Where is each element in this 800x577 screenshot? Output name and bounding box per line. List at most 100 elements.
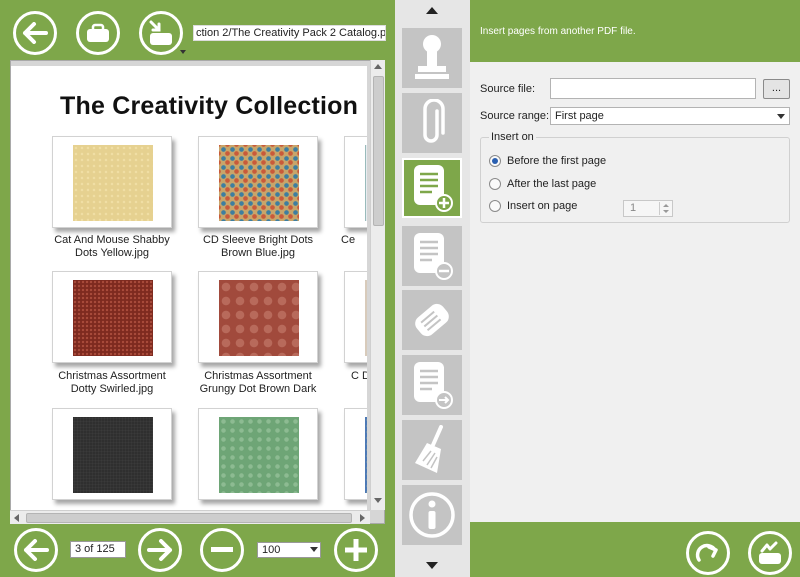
- pdf-viewer-panel: ction 2/The Creativity Pack 2 Catalog.pd…: [0, 0, 395, 577]
- vertical-scrollbar[interactable]: [370, 60, 385, 510]
- tools-scroll-down-icon[interactable]: [426, 562, 438, 569]
- thumbnail-caption: Christmas Assortment Grungy Dot Brown Da…: [199, 370, 317, 395]
- scroll-down-icon[interactable]: [374, 498, 382, 503]
- panel-description: Insert pages from another PDF file.: [480, 26, 636, 37]
- thumbnail-image: [52, 271, 172, 363]
- clean-up-tool-button[interactable]: [402, 420, 462, 480]
- previous-page-button[interactable]: [14, 528, 58, 572]
- scroll-left-icon[interactable]: [14, 514, 19, 522]
- radio-selected-icon[interactable]: [489, 155, 501, 167]
- horizontal-scroll-thumb[interactable]: [26, 513, 352, 523]
- zoom-in-button[interactable]: [334, 528, 378, 572]
- radio-before-first-page[interactable]: Before the first page: [489, 155, 606, 167]
- thumbnail-image: [198, 136, 318, 228]
- paper-swatch: [365, 417, 367, 493]
- stamp-tool-button[interactable]: [402, 28, 462, 88]
- thumbnail-image: [344, 271, 367, 363]
- redo-button[interactable]: [686, 531, 730, 575]
- tray-check-icon: [759, 541, 781, 564]
- radio-insert-on-page[interactable]: Insert on page: [489, 200, 577, 212]
- document-page: The Creativity Collection Cat And Mouse …: [11, 66, 367, 510]
- apply-button[interactable]: [748, 531, 792, 575]
- radio-after-last-page[interactable]: After the last page: [489, 178, 596, 190]
- panel-header: Insert pages from another PDF file.: [470, 0, 800, 62]
- info-tool-button[interactable]: [402, 485, 462, 545]
- page-add-icon: [414, 165, 453, 212]
- source-range-select[interactable]: First page: [550, 107, 790, 125]
- extract-pages-tool-button[interactable]: [402, 355, 462, 415]
- page-remove-icon: [414, 233, 453, 280]
- tool-strip: [395, 0, 470, 577]
- thumbnail-caption: Ce: [341, 234, 356, 246]
- radio-before-label: Before the first page: [507, 155, 607, 167]
- attachment-tool-button[interactable]: [402, 93, 462, 153]
- chevron-down-icon: [777, 114, 785, 119]
- paperclip-icon: [423, 99, 445, 143]
- browse-button[interactable]: ...: [763, 79, 790, 99]
- thumbnail-caption: C D: [351, 370, 367, 382]
- paper-swatch: [219, 280, 299, 356]
- paper-swatch: [219, 145, 299, 221]
- zoom-out-button[interactable]: [200, 528, 244, 572]
- thumbnail-image: [52, 136, 172, 228]
- radio-after-label: After the last page: [507, 178, 597, 190]
- radio-icon[interactable]: [489, 178, 501, 190]
- open-file-button[interactable]: [76, 11, 120, 55]
- file-path-dropdown-icon[interactable]: [180, 50, 186, 54]
- insert-pages-tool-button[interactable]: [402, 158, 462, 218]
- thumbnail-caption: Cat And Mouse Shabby Dots Yellow.jpg: [54, 234, 170, 259]
- thumbnail-image: [52, 408, 172, 500]
- page-export-icon: [414, 362, 453, 409]
- save-tray-icon: [149, 20, 172, 45]
- info-icon: [409, 492, 455, 538]
- document-title: The Creativity Collection: [60, 92, 359, 120]
- briefcase-icon: [87, 23, 109, 42]
- thumbnail-caption: Christmas Assortment Dotty Swirled.jpg: [58, 370, 166, 395]
- thumbnail-image: [198, 408, 318, 500]
- panel-footer: [470, 522, 800, 577]
- zoom-select[interactable]: 100: [257, 542, 321, 558]
- arrow-left-icon: [24, 539, 49, 561]
- radio-on-page-label: Insert on page: [507, 200, 578, 212]
- thumbnail-image: [344, 408, 367, 500]
- radio-icon[interactable]: [489, 200, 501, 212]
- zoom-value: 100: [262, 544, 281, 556]
- chevron-down-icon: [310, 547, 318, 552]
- stamp-icon: [415, 35, 449, 79]
- paper-swatch: [365, 145, 367, 221]
- insert-on-legend: Insert on: [489, 131, 536, 143]
- paper-swatch: [73, 145, 153, 221]
- source-file-input[interactable]: [550, 78, 756, 99]
- arrow-right-icon: [147, 539, 172, 561]
- remove-pages-tool-button[interactable]: [402, 226, 462, 286]
- page-number-value: 1: [630, 202, 637, 214]
- scroll-right-icon[interactable]: [360, 514, 365, 522]
- back-button[interactable]: [13, 11, 57, 55]
- next-page-button[interactable]: [138, 528, 182, 572]
- plus-icon: [345, 539, 367, 561]
- spinner-arrows-icon[interactable]: [659, 202, 671, 215]
- file-path-field[interactable]: ction 2/The Creativity Pack 2 Catalog.pd…: [193, 25, 386, 41]
- source-file-label: Source file:: [480, 83, 536, 95]
- source-range-label: Source range:: [480, 110, 550, 122]
- arrow-left-icon: [23, 22, 48, 44]
- save-file-button[interactable]: [139, 11, 183, 55]
- scroll-up-icon[interactable]: [374, 64, 382, 69]
- horizontal-scrollbar[interactable]: [10, 510, 370, 524]
- minus-icon: [211, 547, 233, 552]
- page-indicator-field[interactable]: 3 of 125: [70, 541, 126, 558]
- insert-pages-panel: Insert pages from another PDF file. Sour…: [470, 0, 800, 577]
- eraser-icon: [415, 303, 449, 337]
- tools-scroll-up-icon[interactable]: [426, 7, 438, 14]
- thumbnail-image: [344, 136, 367, 228]
- paper-swatch: [365, 280, 367, 356]
- broom-icon: [415, 425, 443, 473]
- redo-icon: [695, 543, 718, 562]
- paper-swatch: [219, 417, 299, 493]
- thumbnail-caption: CD Sleeve Bright Dots Brown Blue.jpg: [202, 234, 314, 259]
- thumbnail-image: [198, 271, 318, 363]
- vertical-scroll-thumb[interactable]: [373, 76, 384, 226]
- eraser-tool-button[interactable]: [402, 290, 462, 350]
- page-number-stepper[interactable]: 1: [623, 200, 673, 217]
- paper-swatch: [73, 417, 153, 493]
